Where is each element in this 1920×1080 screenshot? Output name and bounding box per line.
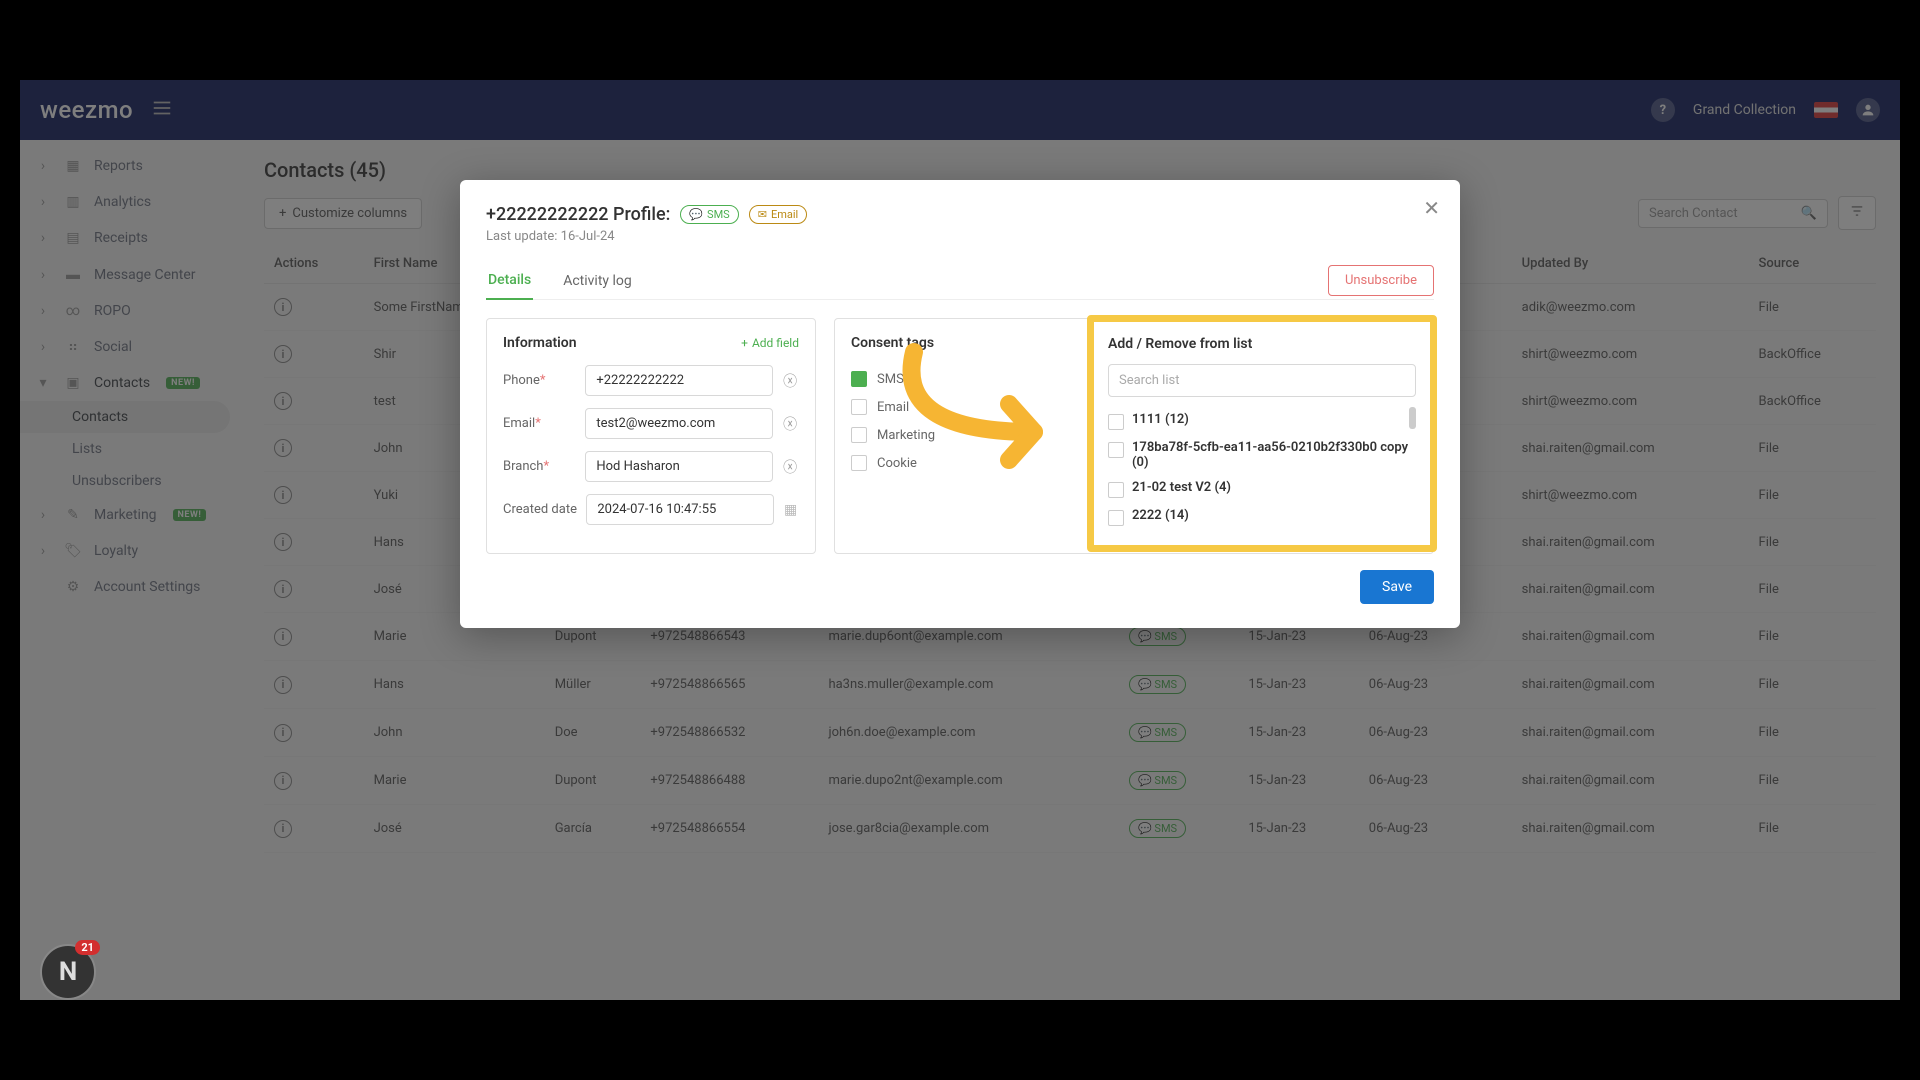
list-items-container[interactable]: 1111 (12) 178ba78f-5cfb-ea11-aa56-0210b2f… [1108, 407, 1416, 531]
list-item-label: 21-02 test V2 (4) [1132, 480, 1231, 495]
clear-icon[interactable]: ⓧ [781, 457, 799, 477]
consent-label: SMS [877, 372, 904, 387]
created-date-input[interactable] [586, 494, 774, 525]
clear-icon[interactable]: ⓧ [781, 371, 799, 391]
email-chip: ✉ Email [749, 205, 807, 224]
list-item[interactable]: 1111 (12) [1108, 407, 1416, 435]
checkbox-icon[interactable] [1108, 414, 1124, 430]
save-button[interactable]: Save [1360, 570, 1434, 604]
information-panel: Information + Add field Phone* ⓧ Email* ⓧ… [486, 318, 816, 554]
list-item[interactable]: 21-02 test V2 (4) [1108, 475, 1416, 503]
panel-title: Consent tags [851, 335, 934, 351]
add-field-label: Add field [752, 336, 799, 350]
consent-label: Marketing [877, 428, 935, 443]
add-remove-list-panel: Add / Remove from list Search list 1111 … [1087, 315, 1437, 552]
add-field-button[interactable]: + Add field [741, 336, 799, 350]
checkbox-icon[interactable] [851, 427, 867, 443]
phone-label: Phone* [503, 373, 585, 388]
mail-icon: ✉ [758, 208, 767, 221]
profile-modal: ✕ +22222222222 Profile: 💬 SMS ✉ Email Last… [460, 180, 1460, 628]
tab-activity-log[interactable]: Activity log [561, 263, 634, 299]
tab-details[interactable]: Details [486, 262, 533, 300]
modal-title: +22222222222 Profile: [486, 204, 670, 225]
close-icon[interactable]: ✕ [1423, 196, 1440, 220]
list-item-label: 2222 (14) [1132, 508, 1189, 523]
list-item-label: 178ba78f-5cfb-ea11-aa56-0210b2f330b0 cop… [1132, 440, 1416, 470]
app-launcher-badge[interactable]: N 21 [40, 944, 96, 1000]
checkbox-icon[interactable] [1108, 482, 1124, 498]
panel-title: Information [503, 335, 577, 351]
consent-label: Email [877, 400, 909, 415]
branch-label: Branch* [503, 459, 585, 474]
chip-label: Email [771, 208, 798, 221]
list-panel-title: Add / Remove from list [1108, 336, 1416, 352]
checkbox-icon[interactable] [851, 371, 867, 387]
created-date-label: Created date [503, 502, 586, 517]
modal-subtitle: Last update: 16-Jul-24 [486, 229, 1434, 244]
plus-icon: + [741, 336, 748, 350]
list-item[interactable]: 2222 (14) [1108, 503, 1416, 531]
scrollbar-thumb[interactable] [1409, 407, 1416, 429]
checkbox-icon[interactable] [1108, 442, 1124, 458]
consent-panel: Consent tags SMS Email Marketing Cookie … [834, 318, 1434, 554]
badge-letter: N [59, 957, 77, 987]
checkbox-icon[interactable] [851, 399, 867, 415]
badge-count: 21 [75, 940, 100, 955]
chip-label: SMS [707, 208, 730, 221]
consent-label: Cookie [877, 456, 917, 471]
checkbox-icon[interactable] [1108, 510, 1124, 526]
search-list-input[interactable]: Search list [1108, 364, 1416, 397]
list-item[interactable]: 178ba78f-5cfb-ea11-aa56-0210b2f330b0 cop… [1108, 435, 1416, 475]
clear-icon[interactable]: ⓧ [781, 414, 799, 434]
calendar-icon[interactable]: ▦ [782, 502, 799, 518]
phone-input[interactable] [585, 365, 773, 396]
sms-chip: 💬 SMS [680, 205, 738, 224]
list-item-label: 1111 (12) [1132, 412, 1189, 427]
checkbox-icon[interactable] [851, 455, 867, 471]
chat-icon: 💬 [689, 208, 703, 221]
email-label: Email* [503, 416, 585, 431]
unsubscribe-button[interactable]: Unsubscribe [1328, 265, 1434, 296]
email-input[interactable] [585, 408, 773, 439]
branch-input[interactable] [585, 451, 773, 482]
